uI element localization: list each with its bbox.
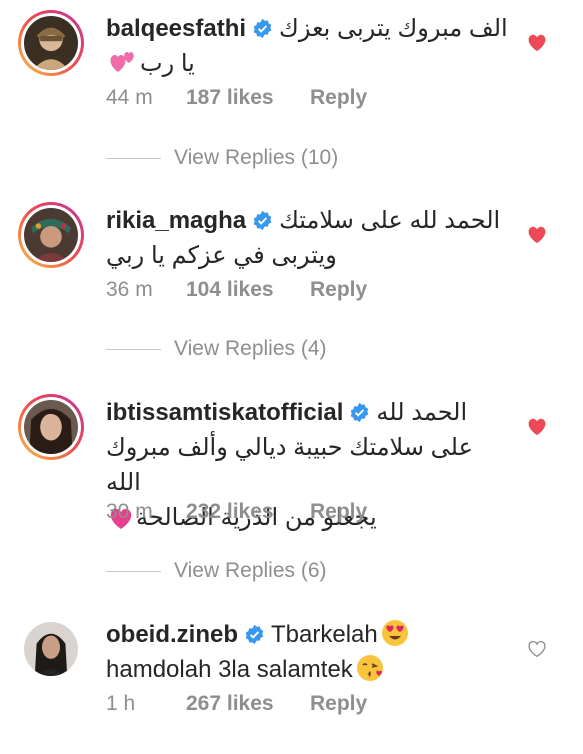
comment-time: 1 h [106,692,136,715]
reply-button[interactable]: Reply [310,692,367,716]
comment-text: Tbarkelah [271,621,378,648]
heart-icon[interactable] [527,226,547,244]
reply-button[interactable]: Reply [310,500,367,524]
view-replies-button[interactable]: View Replies (10) [106,146,338,170]
comment-text-line2: يا رب [140,50,195,77]
heart-outline-icon[interactable] [527,640,547,658]
view-replies-label: View Replies (10) [174,146,339,169]
reply-button[interactable]: Reply [310,86,367,110]
likes-count[interactable]: 187 likes [186,86,310,110]
view-replies-label: View Replies (4) [174,337,327,360]
replies-divider [106,348,161,350]
verified-badge-icon [351,402,369,423]
likes-count[interactable]: 104 likes [186,278,310,302]
avatar-image [24,208,78,262]
replies-divider [106,570,161,572]
reply-button[interactable]: Reply [310,278,367,302]
avatar[interactable] [18,616,84,682]
view-replies-label: View Replies (6) [174,559,327,582]
replies-divider [106,157,161,159]
heart-eyes-emoji-icon [381,620,408,646]
verified-badge-icon [253,18,272,39]
comment-username[interactable]: obeid.zineb [106,621,238,648]
avatar[interactable] [18,202,84,268]
avatar[interactable] [18,10,84,76]
two-hearts-emoji-icon [110,52,134,72]
likes-count[interactable]: 267 likes [186,692,310,716]
comment-username[interactable]: ibtissamtiskatofficial [106,399,343,426]
view-replies-button[interactable]: View Replies (4) [106,337,327,361]
comment-username[interactable]: balqeesfathi [106,15,246,42]
comment-text: الحمد لله على سلامتك [279,207,501,234]
avatar-image [24,622,78,676]
comment-time: 44 m [106,86,153,109]
kissing-heart-emoji-icon [356,655,383,681]
avatar-image [24,400,78,454]
heart-icon[interactable] [527,418,547,436]
comment-text: الف مبروك يتربى بعزك [279,15,508,42]
verified-badge-icon [253,210,272,231]
heart-icon[interactable] [527,34,547,52]
view-replies-button[interactable]: View Replies (6) [106,559,327,583]
comment-username[interactable]: rikia_magha [106,207,246,234]
comment-text: الحمد لله [376,399,468,426]
verified-badge-icon [245,624,264,645]
comment-text-line2: hamdolah 3la salamtek [106,656,353,683]
comment-text-line2: ويتربى في عزكم يا ربي [106,242,337,269]
avatar[interactable] [18,394,84,460]
likes-count[interactable]: 232 likes [186,500,310,524]
comment-text-line2: على سلامتك حبيبة ديالي وألف مبروك الله [106,434,473,496]
avatar-image [24,16,78,70]
comment-time: 36 m [106,278,153,301]
comment-time: 30 m [106,500,153,523]
